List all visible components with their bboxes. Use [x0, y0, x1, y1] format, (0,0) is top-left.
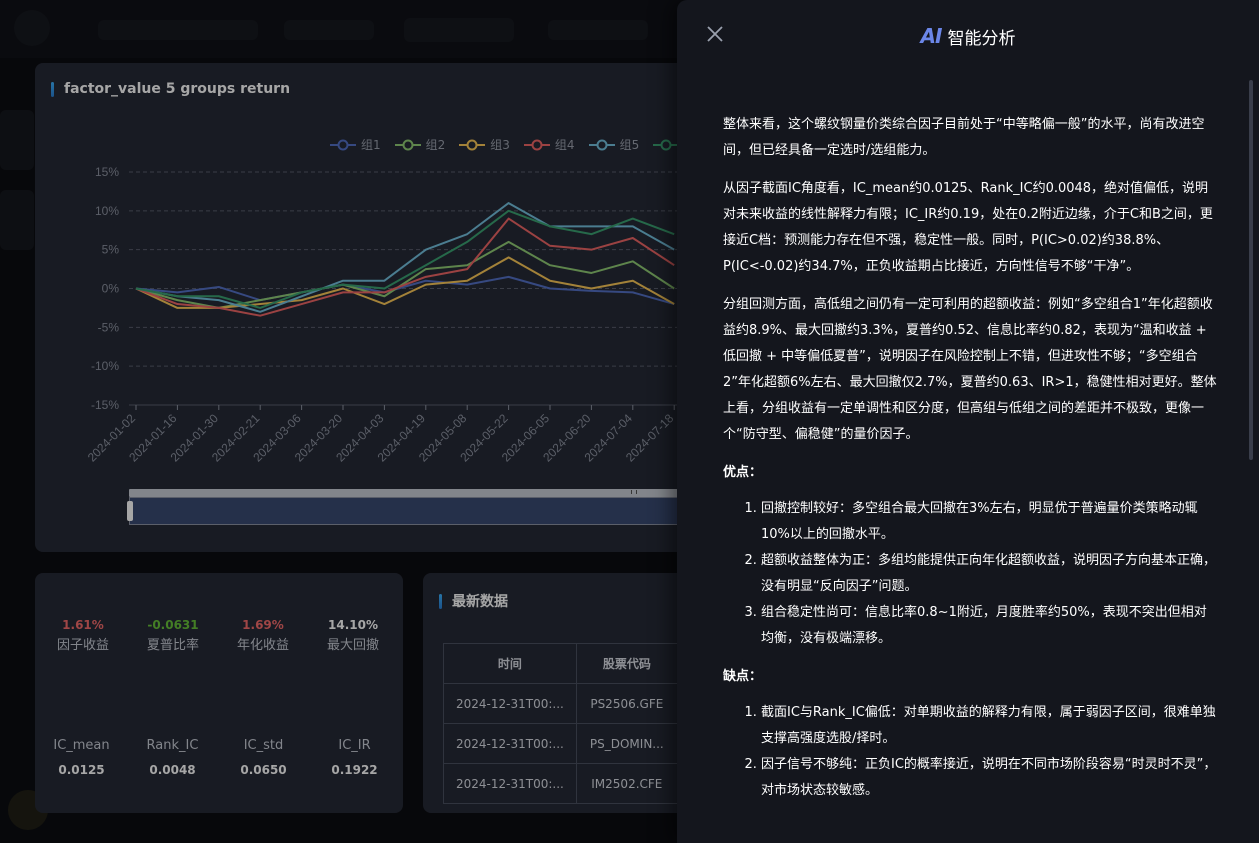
- pros-item: 超额收益整体为正：多组均能提供正向年化超额收益，说明因子方向基本正确，没有明显“…: [761, 548, 1219, 600]
- pros-item: 回撤控制较好：多空组合最大回撤在3%左右，明显优于普遍量价类策略动辄10%以上的…: [761, 496, 1219, 548]
- drawer-title: AI 智能分析: [921, 24, 1016, 49]
- cons-list: 截面IC与Rank_IC偏低：对单期收益的解释力有限，属于弱因子区间，很难单独支…: [761, 700, 1219, 804]
- analysis-paragraph: 从因子截面IC角度看，IC_mean约0.0125、Rank_IC约0.0048…: [723, 181, 1213, 274]
- close-icon[interactable]: [705, 24, 725, 44]
- drawer-header: AI 智能分析: [677, 0, 1259, 72]
- analysis-paragraph: 整体来看，这个螺纹钢量价类综合因子目前处于“中等略偏一般”的水平，尚有改进空间，…: [723, 117, 1205, 158]
- ai-analysis-drawer: AI 智能分析 整体来看，这个螺纹钢量价类综合因子目前处于“中等略偏一般”的水平…: [677, 0, 1259, 843]
- analysis-paragraph: 分组回测方面，高低组之间仍有一定可利用的超额收益：例如“多空组合1”年化超额收益…: [723, 297, 1217, 442]
- analysis-content: 整体来看，这个螺纹钢量价类综合因子目前处于“中等略偏一般”的水平，尚有改进空间，…: [723, 112, 1219, 816]
- cons-item: 因子信号不够纯：正负IC的概率接近，说明在不同市场阶段容易“时灵时不灵”，对市场…: [761, 752, 1219, 804]
- drawer-title-text: 智能分析: [947, 28, 1016, 49]
- pros-list: 回撤控制较好：多空组合最大回撤在3%左右，明显优于普遍量价类策略动辄10%以上的…: [761, 496, 1219, 652]
- cons-item: 截面IC与Rank_IC偏低：对单期收益的解释力有限，属于弱因子区间，很难单独支…: [761, 700, 1219, 752]
- cons-heading: 缺点：: [723, 669, 763, 684]
- pros-heading: 优点：: [723, 465, 763, 480]
- pros-item: 组合稳定性尚可：信息比率0.8~1附近，月度胜率约50%，表现不突出但相对均衡，…: [761, 600, 1219, 652]
- ai-logo-icon: AI: [920, 24, 943, 48]
- drawer-scrollbar[interactable]: [1249, 80, 1253, 460]
